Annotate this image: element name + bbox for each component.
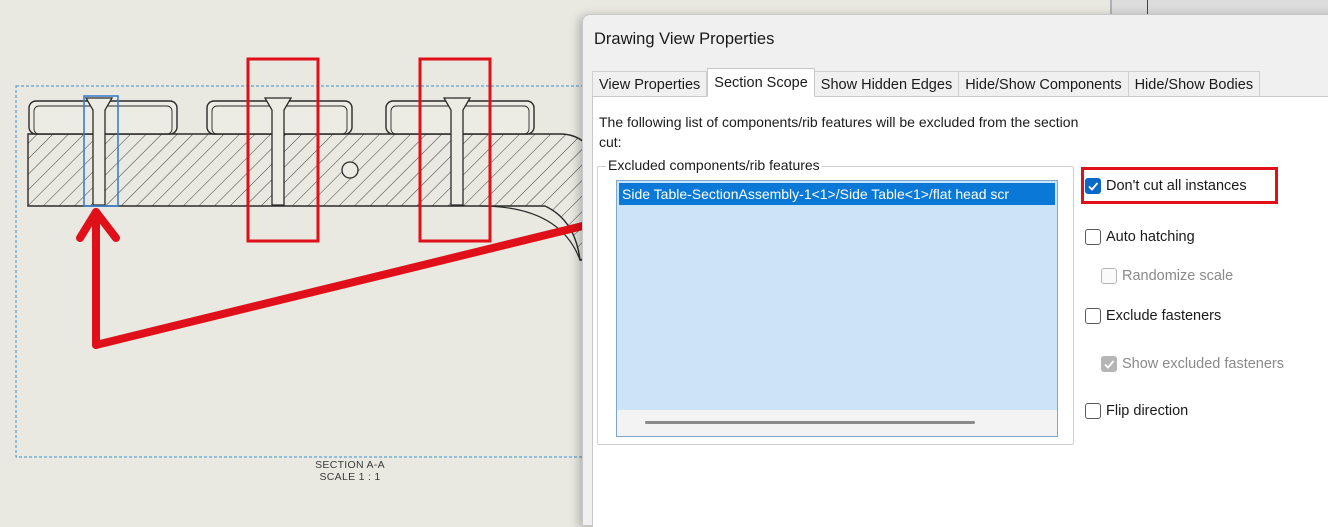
annotation-highlight-box [1081,167,1278,204]
exclude-fasteners-option[interactable]: Exclude fasteners [1085,308,1221,324]
group-label: Excluded components/rib features [606,157,822,173]
section-scope-panel: The following list of components/rib fea… [592,96,1328,527]
checkmark-icon [1104,360,1115,369]
auto-hatching-label: Auto hatching [1106,229,1195,245]
tab-section-scope[interactable]: Section Scope [707,68,815,97]
randomize-scale-checkbox[interactable] [1101,268,1117,284]
list-item[interactable]: Side Table-SectionAssembly-1<1>/Side Tab… [619,183,1055,205]
tab-show-hidden-edges[interactable]: Show Hidden Edges [814,71,960,97]
excluded-components-list[interactable]: Side Table-SectionAssembly-1<1>/Side Tab… [616,180,1058,437]
dowel-hole [341,161,359,179]
tab-bar: View Properties Section Scope Show Hidde… [592,68,1261,97]
tab-hide-show-components[interactable]: Hide/Show Components [959,71,1129,97]
auto-hatching-option[interactable]: Auto hatching [1085,229,1195,245]
show-excluded-fasteners-label: Show excluded fasteners [1122,356,1285,372]
flip-direction-label: Flip direction [1106,403,1189,419]
section-scale: SCALE 1 : 1 [319,471,381,483]
horizontal-scrollbar[interactable] [617,410,1057,436]
exclude-fasteners-checkbox[interactable] [1085,308,1101,324]
dialog-title: Drawing View Properties [594,30,775,48]
auto-hatching-checkbox[interactable] [1085,229,1101,245]
show-excluded-fasteners-checkbox[interactable] [1101,356,1117,372]
randomize-scale-option[interactable]: Randomize scale [1101,268,1233,284]
flip-direction-checkbox[interactable] [1085,403,1101,419]
annotation-arrow [76,200,644,349]
flip-direction-option[interactable]: Flip direction [1085,403,1188,419]
excluded-components-group: Excluded components/rib features Side Ta… [597,157,1074,445]
drawing-view-properties-dialog[interactable]: Drawing View Properties View Properties … [582,14,1328,527]
tab-view-properties[interactable]: View Properties [592,71,708,97]
show-excluded-fasteners-option[interactable]: Show excluded fasteners [1101,356,1284,372]
exclude-fasteners-label: Exclude fasteners [1106,308,1222,324]
tab-hide-show-bodies[interactable]: Hide/Show Bodies [1128,71,1261,97]
section-title: SECTION A-A [315,459,385,471]
info-text: The following list of components/rib fea… [599,114,1079,150]
randomize-scale-label: Randomize scale [1122,268,1234,284]
scrollbar-thumb[interactable] [645,421,975,424]
